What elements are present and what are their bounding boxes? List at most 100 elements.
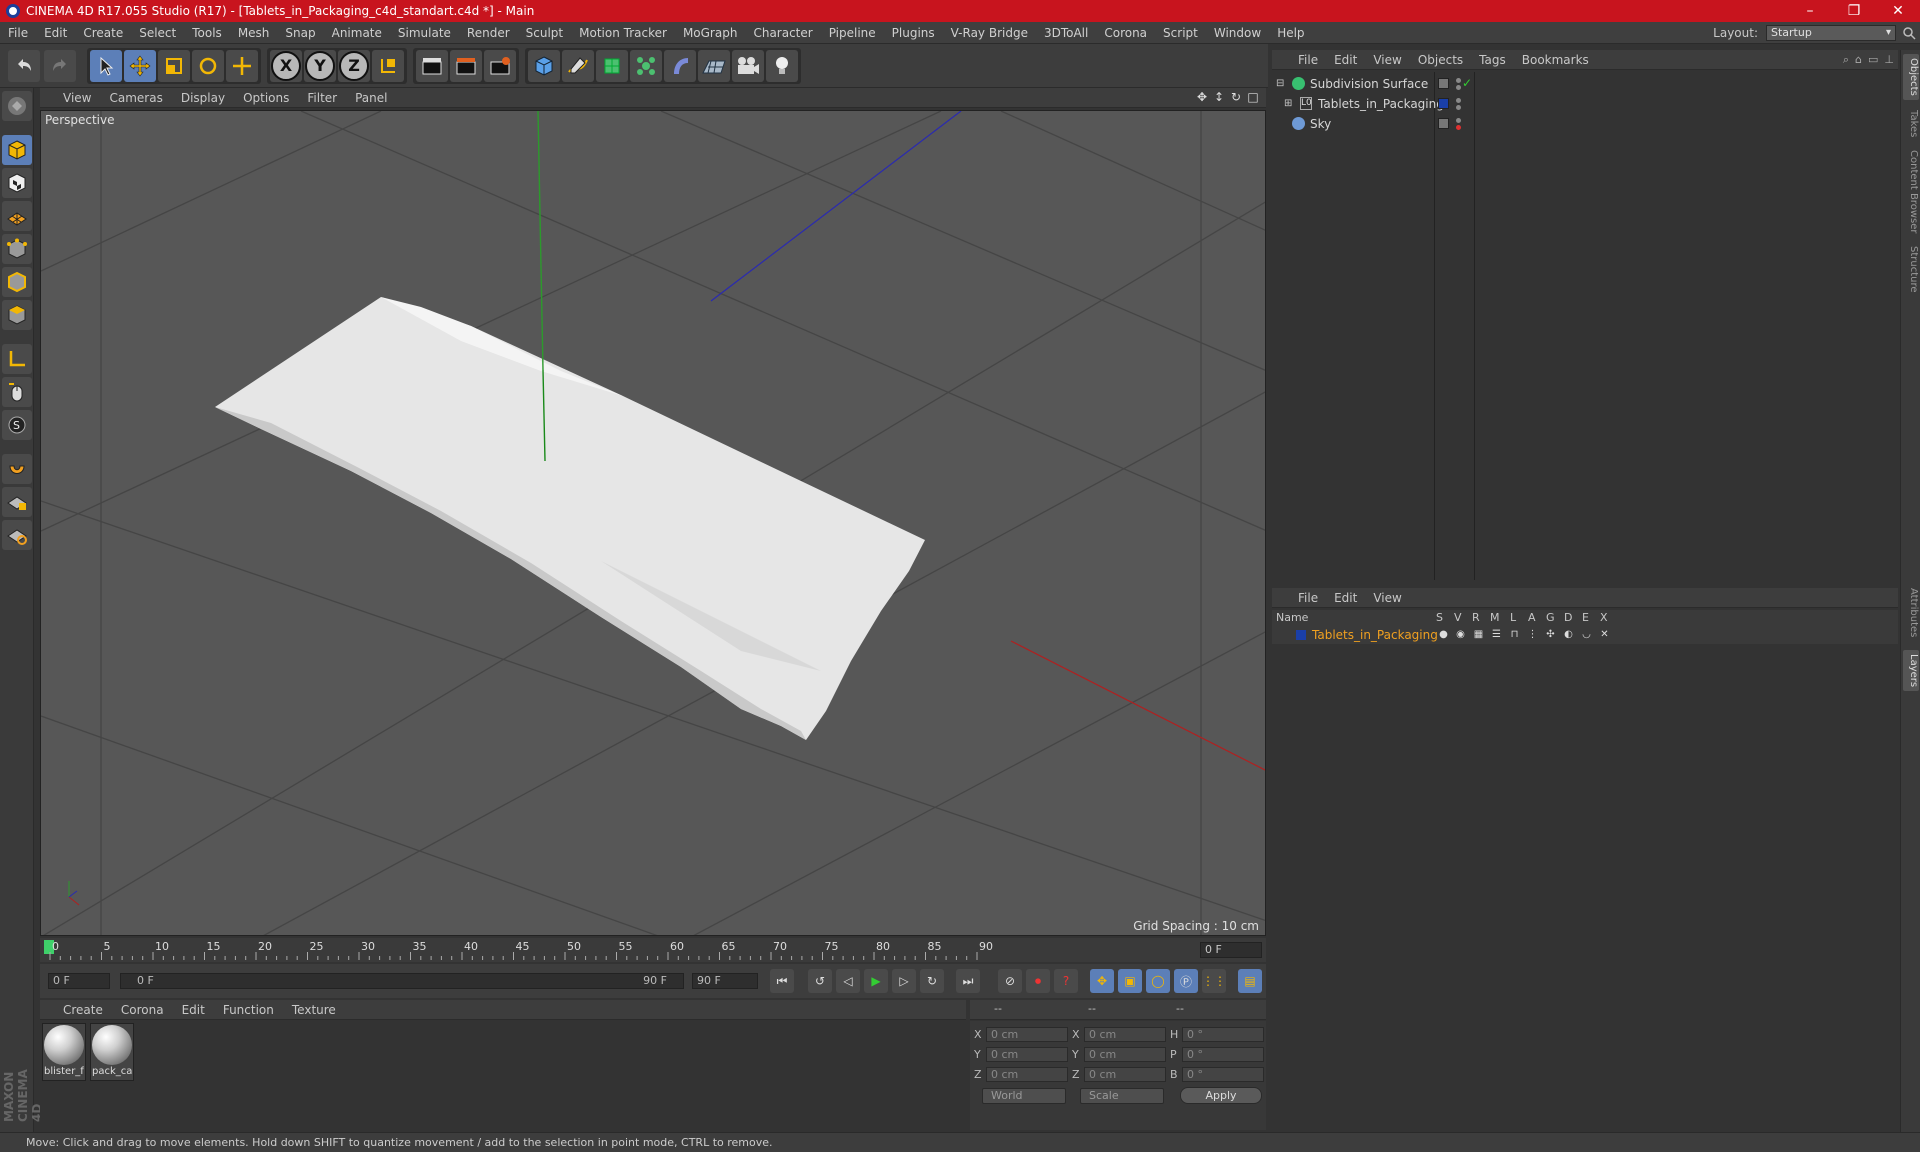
record-point-level-button[interactable]: ⋮⋮ (1202, 969, 1226, 993)
timeline-window-button[interactable]: ▤ (1238, 969, 1262, 993)
object-menu-objects[interactable]: Objects (1410, 53, 1471, 67)
tab-content-browser[interactable]: Content Browser (1903, 146, 1919, 237)
object-menu-tags[interactable]: Tags (1471, 53, 1514, 67)
menu-plugins[interactable]: Plugins (884, 22, 943, 44)
minimize-button[interactable]: – (1788, 0, 1832, 22)
make-editable-button[interactable] (2, 91, 32, 121)
search-icon[interactable]: ⌕ (1843, 53, 1849, 67)
position-y-field[interactable]: 0 cm (986, 1047, 1068, 1062)
object-row-subdivision-surface[interactable]: ⊟ Subdivision Surface ✓ (1272, 74, 1898, 94)
points-mode-button[interactable] (2, 234, 32, 264)
object-menu-view[interactable]: View (1365, 53, 1409, 67)
go-to-end-button[interactable]: ⏭ (956, 969, 980, 993)
edges-mode-button[interactable] (2, 267, 32, 297)
menu-tools[interactable]: Tools (184, 22, 230, 44)
render-view-button[interactable] (416, 49, 448, 82)
menu-create[interactable]: Create (75, 22, 131, 44)
autokey-button[interactable]: ? (1054, 969, 1078, 993)
pin-icon[interactable]: ⊥ (1884, 53, 1894, 67)
size-mode-dropdown[interactable]: Scale (1080, 1088, 1164, 1104)
object-menu-edit[interactable]: Edit (1326, 53, 1365, 67)
menu-snap[interactable]: Snap (277, 22, 323, 44)
size-y-field[interactable]: 0 cm (1084, 1047, 1166, 1062)
menu-mesh[interactable]: Mesh (230, 22, 278, 44)
new-window-icon[interactable]: ▭ (1868, 53, 1878, 67)
xref-icon[interactable]: ✕ (1599, 629, 1610, 640)
start-frame-field[interactable]: 0 F (48, 973, 110, 989)
material-menu-function[interactable]: Function (214, 1003, 283, 1017)
cube-object-button[interactable] (528, 49, 560, 82)
animation-icon[interactable]: ⋮ (1527, 629, 1538, 640)
rotation-h-field[interactable]: 0 ° (1182, 1027, 1264, 1042)
apply-button[interactable]: Apply (1180, 1087, 1262, 1104)
material-menu-edit[interactable]: Edit (173, 1003, 214, 1017)
polygons-mode-button[interactable] (2, 300, 32, 330)
light-button[interactable] (766, 49, 798, 82)
object-row-sky[interactable]: Sky (1272, 114, 1898, 134)
editor-visibility-dot[interactable] (1456, 78, 1461, 83)
expression-icon[interactable]: ◡ (1581, 629, 1592, 640)
camera-button[interactable] (732, 49, 764, 82)
restore-button[interactable]: ❐ (1832, 0, 1876, 22)
viewport-menu-display[interactable]: Display (172, 91, 234, 105)
deformer-icon[interactable]: ◐ (1563, 629, 1574, 640)
layer-menu-file[interactable]: File (1290, 591, 1326, 605)
material-menu-texture[interactable]: Texture (283, 1003, 345, 1017)
go-to-next-key-button[interactable]: ↻ (920, 969, 944, 993)
layer-color-swatch[interactable] (1296, 630, 1306, 640)
rotate-view-icon[interactable]: ↻ (1229, 90, 1243, 104)
workplane-mode-button[interactable] (2, 201, 32, 231)
menu-vray-bridge[interactable]: V-Ray Bridge (943, 22, 1036, 44)
pen-spline-button[interactable] (562, 49, 594, 82)
render-visibility-dot[interactable] (1456, 85, 1461, 90)
axis-mode-button[interactable] (2, 344, 32, 374)
material-swatch[interactable]: pack_ca (90, 1023, 134, 1081)
menu-edit[interactable]: Edit (36, 22, 75, 44)
deformer-button[interactable] (664, 49, 696, 82)
menu-select[interactable]: Select (131, 22, 184, 44)
next-frame-button[interactable]: ▷ (892, 969, 916, 993)
keyframe-selection-button[interactable]: ⊘ (998, 969, 1022, 993)
planar-workplane-button[interactable] (2, 520, 32, 550)
play-button[interactable]: ▶ (864, 969, 888, 993)
go-to-previous-key-button[interactable]: ↺ (808, 969, 832, 993)
frame-range-slider[interactable]: 0 F 90 F (120, 973, 684, 989)
menu-file[interactable]: File (0, 22, 36, 44)
menu-mograph[interactable]: MoGraph (675, 22, 746, 44)
render-picture-viewer-button[interactable] (450, 49, 482, 82)
model-mode-button[interactable] (2, 135, 32, 165)
snap-button[interactable] (2, 454, 32, 484)
rotation-b-field[interactable]: 0 ° (1182, 1067, 1264, 1082)
menu-simulate[interactable]: Simulate (390, 22, 459, 44)
scale-tool-button[interactable] (158, 49, 190, 82)
tab-structure[interactable]: Structure (1903, 242, 1919, 297)
rotation-p-field[interactable]: 0 ° (1182, 1047, 1264, 1062)
material-menu-create[interactable]: Create (54, 1003, 112, 1017)
tab-takes[interactable]: Takes (1903, 106, 1919, 141)
search-icon[interactable] (1902, 26, 1916, 40)
object-menu-bookmarks[interactable]: Bookmarks (1514, 53, 1597, 67)
editor-visibility-dot[interactable] (1456, 98, 1461, 103)
end-frame-field[interactable]: 90 F (692, 973, 758, 989)
solo-mode-button[interactable]: S (2, 410, 32, 440)
record-button[interactable]: ⏺ (1026, 969, 1050, 993)
coordinate-space-dropdown[interactable]: World (982, 1088, 1066, 1104)
record-rotation-button[interactable]: ◯ (1146, 969, 1170, 993)
close-button[interactable]: ✕ (1876, 0, 1920, 22)
go-to-start-button[interactable]: ⏮ (770, 969, 794, 993)
menu-motion-tracker[interactable]: Motion Tracker (571, 22, 675, 44)
coordinate-system-button[interactable] (372, 49, 404, 82)
workplane-lock-button[interactable] (2, 487, 32, 517)
lock-icon[interactable]: ⊓ (1509, 629, 1520, 640)
tab-objects[interactable]: Objects (1903, 54, 1919, 100)
texture-mode-button[interactable] (2, 168, 32, 198)
x-axis-button[interactable]: X (270, 49, 302, 82)
eye-icon[interactable]: ◉ (1455, 629, 1466, 640)
menu-script[interactable]: Script (1155, 22, 1206, 44)
floor-button[interactable] (698, 49, 730, 82)
object-menu-file[interactable]: File (1290, 53, 1326, 67)
timeline-ruler[interactable]: 0 5 10 15 20 25 30 35 40 45 50 55 60 65 70 75 80 85 90 0 F (40, 938, 1266, 962)
layer-menu-view[interactable]: View (1365, 591, 1409, 605)
manager-icon[interactable]: ☰ (1491, 629, 1502, 640)
enabled-checkmark-icon[interactable]: ✓ (1462, 76, 1472, 90)
